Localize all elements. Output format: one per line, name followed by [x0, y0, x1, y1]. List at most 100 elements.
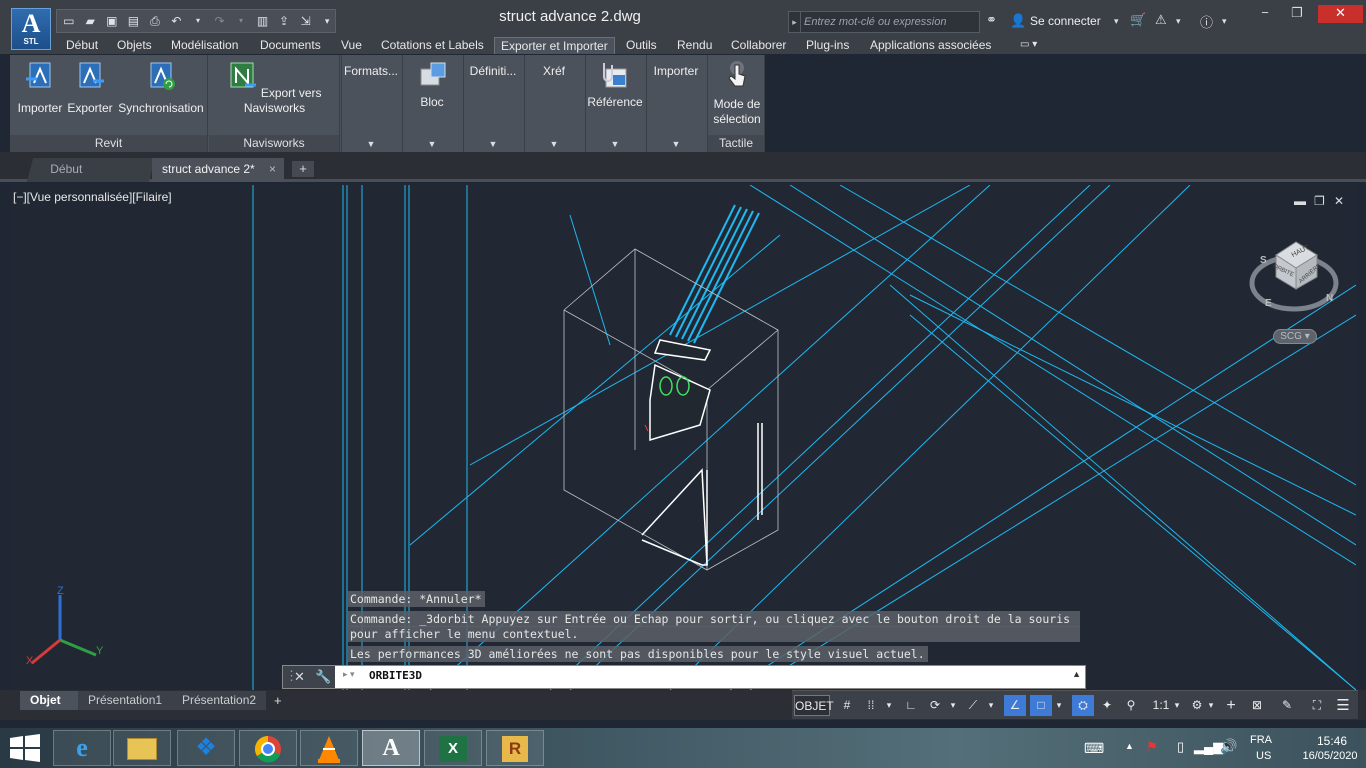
taskbar-chrome-icon[interactable]	[239, 730, 297, 766]
revit-export-button[interactable]: Exporter	[66, 61, 114, 116]
polar-icon[interactable]: ⟳	[926, 695, 944, 716]
object-snap-icon[interactable]: □	[1030, 695, 1052, 716]
binoculars-icon[interactable]: ⚭	[986, 12, 997, 28]
workspace-gear-icon[interactable]: ⚙	[1188, 695, 1206, 716]
tab-documents[interactable]: Documents	[254, 37, 327, 54]
taskbar-autocad-icon[interactable]: A	[362, 730, 420, 766]
revit-import-button[interactable]: Importer	[14, 61, 66, 116]
compass-s-label[interactable]: S	[1260, 255, 1267, 266]
xref-panel[interactable]: Xréf ▼	[524, 55, 583, 152]
maximize-icon[interactable]: ❐	[1282, 5, 1312, 23]
close-tab-icon[interactable]: ×	[269, 158, 276, 180]
new-icon[interactable]: ▭	[61, 13, 77, 29]
search-input[interactable]	[801, 16, 979, 28]
command-prompt-icon[interactable]: ▸ ▾	[343, 669, 355, 680]
tab-rendu[interactable]: Rendu	[671, 37, 718, 54]
app-menu-button[interactable]: A STL	[11, 8, 51, 50]
close-command-icon[interactable]: ✕	[294, 669, 305, 685]
formats-panel[interactable]: Formats... ▼	[341, 55, 400, 152]
bloc-panel[interactable]: Bloc ▼	[402, 55, 461, 152]
snap-icon[interactable]: ⁞⁞	[862, 695, 880, 716]
object-snap-tracking-icon[interactable]: ∠	[1004, 695, 1026, 716]
viewport-label[interactable]: [−][Vue personnalisée][Filaire]	[13, 190, 172, 204]
doc-tab-active[interactable]: struct advance 2* ×	[152, 158, 284, 182]
isodraft-icon[interactable]: ⟋	[964, 695, 982, 716]
taskbar-ie-icon[interactable]: e	[53, 730, 111, 766]
isodraft-dropdown-icon[interactable]: ▾	[986, 695, 996, 716]
search-expand-icon[interactable]: ▸	[789, 12, 801, 32]
tray-expand-icon[interactable]: ▲	[1125, 741, 1134, 751]
add-layout-icon[interactable]: +	[274, 693, 282, 708]
flag-icon[interactable]: ⚑	[1146, 739, 1158, 755]
help-icon[interactable]: ⓘ	[1200, 12, 1213, 31]
save-as-icon[interactable]: ▤	[126, 13, 142, 29]
taskbar-revit-icon[interactable]: R	[486, 730, 544, 766]
tab-collaborer[interactable]: Collaborer	[725, 37, 792, 54]
export-icon[interactable]: ⇲	[298, 13, 314, 29]
object-snap-dropdown-icon[interactable]: ▾	[1054, 695, 1064, 716]
crosshair-icon[interactable]: +	[1220, 695, 1242, 716]
user-icon[interactable]: 👤	[1010, 13, 1026, 29]
annotation-scale-icon[interactable]: ⚲	[1122, 695, 1140, 716]
polar-dropdown-icon[interactable]: ▾	[948, 695, 958, 716]
importer-panel[interactable]: Importer ▼	[646, 55, 705, 152]
annotation-visibility-icon[interactable]: ⛭	[1072, 695, 1094, 716]
tab-vue[interactable]: Vue	[335, 37, 368, 54]
viewport-minimize-icon[interactable]: ▬	[1294, 194, 1306, 208]
clean-screen-icon[interactable]: ⛶	[1306, 695, 1328, 716]
compass-e-label[interactable]: E	[1265, 298, 1272, 309]
command-history-toggle-icon[interactable]: ▲	[1072, 669, 1081, 679]
tab-modelisation[interactable]: Modélisation	[165, 37, 244, 54]
signin-link[interactable]: Se connecter	[1030, 14, 1101, 28]
snap-dropdown-icon[interactable]: ▾	[884, 695, 894, 716]
navisworks-export-button[interactable]: Export vers Navisworks	[211, 61, 338, 116]
customize-status-icon[interactable]: ☰	[1332, 695, 1354, 716]
clock-time[interactable]: 15:46	[1302, 734, 1362, 748]
save-icon[interactable]: ▣	[104, 13, 120, 29]
signin-dropdown-icon[interactable]: ▾	[1114, 16, 1119, 27]
definition-panel[interactable]: Définiti... ▼	[463, 55, 522, 152]
add-tab-button[interactable]: +	[292, 161, 314, 177]
hardware-acceleration-icon[interactable]: ✎	[1276, 695, 1298, 716]
ribbon-minimize-icon[interactable]: ▭ ▾	[1014, 37, 1043, 54]
revit-sync-button[interactable]: Synchronisation	[116, 61, 206, 116]
undo-icon[interactable]: ↶	[169, 13, 185, 29]
workspace-dropdown-icon[interactable]: ▾	[1206, 695, 1216, 716]
scale-dropdown-icon[interactable]: ▾	[1172, 695, 1182, 716]
taskbar-excel-icon[interactable]: X	[424, 730, 482, 766]
command-input[interactable]	[369, 669, 1059, 682]
tab-cotations[interactable]: Cotations et Labels	[375, 37, 490, 54]
compass-n-label[interactable]: N	[1326, 293, 1333, 304]
layout-tab-presentation2[interactable]: Présentation2	[172, 691, 266, 710]
keyboard-layout-indicator[interactable]: US	[1256, 750, 1271, 762]
viewport-close-icon[interactable]: ✕	[1334, 194, 1344, 208]
customize-wrench-icon[interactable]: 🔧	[315, 669, 331, 685]
share-icon[interactable]: ⇪	[276, 13, 292, 29]
customize-qat-icon[interactable]: ▾	[319, 13, 335, 29]
volume-icon[interactable]: 🔊	[1220, 738, 1237, 755]
viewport-restore-icon[interactable]: ❐	[1314, 194, 1325, 208]
minimize-icon[interactable]: −	[1250, 5, 1280, 23]
close-window-icon[interactable]: ✕	[1318, 5, 1363, 23]
doc-tab-start[interactable]: Début	[26, 158, 156, 182]
connect-icon[interactable]: ⚠	[1155, 12, 1167, 28]
signal-icon[interactable]: ▂▄▆	[1194, 739, 1223, 755]
print-icon[interactable]: ⎙	[147, 13, 163, 29]
taskbar-explorer-icon[interactable]	[113, 730, 171, 766]
cart-icon[interactable]: 🛒	[1130, 12, 1146, 28]
tab-plugins[interactable]: Plug-ins	[800, 37, 855, 54]
autoscale-icon[interactable]: ✦	[1098, 695, 1116, 716]
windows-start-icon[interactable]	[8, 734, 42, 762]
layout-tab-presentation1[interactable]: Présentation1	[78, 691, 172, 710]
tab-exporter-importer[interactable]: Exporter et Importer	[494, 37, 615, 54]
redo-icon[interactable]: ↷	[212, 13, 228, 29]
undo-dropdown-icon[interactable]: ▾	[190, 13, 206, 29]
reference-panel[interactable]: Référence ▼	[585, 55, 644, 152]
model-space-toggle[interactable]: OBJET	[794, 695, 834, 716]
open-icon[interactable]: ▰	[83, 13, 99, 29]
keyboard-icon[interactable]: ⌨	[1084, 740, 1104, 757]
selection-mode-button[interactable]: Mode de sélection	[708, 59, 766, 127]
connect-dropdown-icon[interactable]: ▾	[1176, 16, 1181, 27]
taskbar-dropbox-icon[interactable]: ❖	[177, 730, 235, 766]
ucs-menu[interactable]: SCG ▾	[1273, 329, 1317, 344]
